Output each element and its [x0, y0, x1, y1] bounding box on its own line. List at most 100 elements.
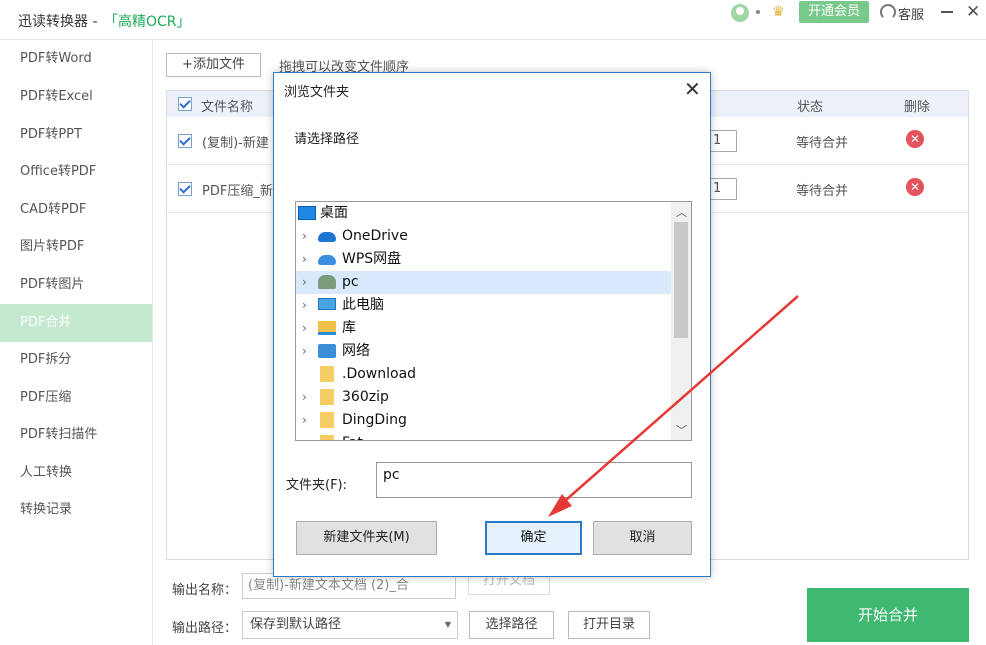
file-name: PDF压缩_新: [202, 184, 273, 199]
dot-separator: [756, 10, 760, 14]
scrollbar-thumb[interactable]: [674, 222, 688, 338]
sidebar-item-pdf-compress[interactable]: PDF压缩: [0, 379, 152, 417]
add-file-button[interactable]: +添加文件: [166, 53, 261, 77]
sidebar-item-history[interactable]: 转换记录: [0, 491, 152, 529]
sidebar-item-pdf-to-scan[interactable]: PDF转扫描件: [0, 416, 152, 454]
file-status: 等待合并: [796, 184, 849, 199]
tree-item-360zip[interactable]: › 360zip: [296, 386, 671, 409]
close-icon[interactable]: ✕: [966, 2, 980, 22]
folder-field-label: 文件夹(F):: [286, 478, 348, 493]
sidebar-item-image-to-pdf[interactable]: 图片转PDF: [0, 228, 152, 266]
tree-item-dingding[interactable]: › DingDing: [296, 409, 671, 432]
column-status: 状态: [797, 100, 824, 115]
page-range-input[interactable]: 1: [707, 178, 737, 200]
chevron-right-icon[interactable]: ›: [302, 409, 307, 432]
row-checkbox[interactable]: [178, 182, 192, 196]
sidebar: PDF转Word PDF转Excel PDF转PPT Office转PDF CA…: [0, 40, 153, 645]
tree-item-network[interactable]: › 网络: [296, 340, 671, 363]
folder-tree[interactable]: 桌面 › OneDrive › WPS网盘 › pc › 此电脑 › 库 › 网…: [295, 201, 692, 441]
computer-icon: [318, 298, 336, 310]
tree-item-wps-cloud[interactable]: › WPS网盘: [296, 248, 671, 271]
wps-cloud-icon: [318, 255, 336, 265]
output-name-label: 输出名称：: [172, 583, 238, 598]
tree-item-label: DingDing: [342, 412, 407, 428]
tree-item-this-pc[interactable]: › 此电脑: [296, 294, 671, 317]
sidebar-item-office-to-pdf[interactable]: Office转PDF: [0, 153, 152, 191]
tree-item-label: OneDrive: [342, 228, 408, 244]
tree-scrollbar[interactable]: ︿ ﹀: [671, 202, 691, 440]
dialog-prompt: 请选择路径: [294, 132, 360, 147]
chevron-right-icon[interactable]: ›: [302, 317, 307, 340]
new-folder-button[interactable]: 新建文件夹(M): [296, 521, 437, 555]
page-range-input[interactable]: 1: [707, 130, 737, 152]
column-name: 文件名称: [201, 100, 254, 115]
folder-icon: [320, 366, 334, 382]
sidebar-item-pdf-to-ppt[interactable]: PDF转PPT: [0, 116, 152, 154]
tree-item-label: 桌面: [320, 205, 348, 221]
sidebar-item-pdf-to-word[interactable]: PDF转Word: [0, 40, 152, 78]
crown-icon[interactable]: ♛: [772, 4, 788, 20]
headset-icon[interactable]: [880, 4, 896, 20]
chevron-right-icon[interactable]: ›: [302, 271, 307, 294]
chevron-down-icon: ▼: [444, 620, 451, 629]
select-all-checkbox[interactable]: [178, 97, 192, 111]
delete-icon[interactable]: ✕: [906, 178, 924, 196]
file-status: 等待合并: [796, 136, 849, 151]
cancel-button[interactable]: 取消: [593, 521, 692, 555]
chevron-right-icon[interactable]: ›: [302, 340, 307, 363]
support-button[interactable]: 客服: [898, 4, 924, 23]
sidebar-item-pdf-split[interactable]: PDF拆分: [0, 341, 152, 379]
choose-path-button[interactable]: 选择路径: [469, 611, 554, 639]
column-delete: 删除: [904, 100, 931, 115]
browse-folder-dialog: 浏览文件夹 ✕ 请选择路径 桌面 › OneDrive › WPS网盘 › pc…: [273, 72, 711, 577]
open-directory-button[interactable]: 打开目录: [568, 611, 650, 639]
output-path-label: 输出路径：: [172, 621, 238, 636]
sidebar-item-pdf-merge[interactable]: PDF合并: [0, 304, 152, 342]
vip-button[interactable]: 开通会员: [799, 1, 869, 23]
tree-item-label: 360zip: [342, 389, 389, 405]
tree-item-onedrive[interactable]: › OneDrive: [296, 225, 671, 248]
chevron-right-icon[interactable]: ›: [302, 248, 307, 271]
sidebar-item-cad-to-pdf[interactable]: CAD转PDF: [0, 191, 152, 229]
output-path-select[interactable]: 保存到默认路径 ▼: [242, 611, 458, 639]
tree-item-label: Fat: [342, 432, 363, 440]
tree-item-fat[interactable]: Fat: [296, 432, 671, 440]
tree-item-pc[interactable]: › pc: [296, 271, 671, 294]
output-path-value: 保存到默认路径: [250, 617, 342, 632]
tree-item-download[interactable]: .Download: [296, 363, 671, 386]
sidebar-item-pdf-to-excel[interactable]: PDF转Excel: [0, 78, 152, 116]
minimize-icon[interactable]: [941, 11, 953, 13]
tree-item-desktop[interactable]: 桌面: [296, 202, 671, 225]
delete-icon[interactable]: ✕: [906, 130, 924, 148]
tree-item-label: pc: [342, 274, 359, 290]
sidebar-item-pdf-to-image[interactable]: PDF转图片: [0, 266, 152, 304]
library-icon: [318, 321, 336, 335]
tree-item-label: 网络: [342, 343, 370, 359]
ok-button[interactable]: 确定: [485, 521, 582, 555]
folder-icon: [320, 412, 334, 428]
chevron-right-icon[interactable]: ›: [302, 225, 307, 248]
start-merge-button[interactable]: 开始合并: [807, 588, 969, 642]
onedrive-icon: [318, 232, 336, 242]
tree-item-label: .Download: [342, 366, 417, 382]
tree-item-library[interactable]: › 库: [296, 317, 671, 340]
folder-input[interactable]: pc: [376, 462, 692, 498]
dialog-close-icon[interactable]: ✕: [684, 77, 701, 101]
folder-icon: [320, 389, 334, 405]
scroll-up-icon[interactable]: ︿: [676, 204, 687, 220]
sidebar-item-manual-convert[interactable]: 人工转换: [0, 454, 152, 492]
avatar-icon[interactable]: [731, 4, 749, 22]
tree-item-label: WPS网盘: [342, 251, 402, 267]
dialog-title: 浏览文件夹: [284, 85, 350, 100]
scroll-down-icon[interactable]: ﹀: [676, 422, 687, 438]
app-title-accent: 「高精OCR」: [104, 14, 191, 30]
chevron-right-icon[interactable]: ›: [302, 386, 307, 409]
user-icon: [318, 275, 336, 289]
app-title: 迅读转换器 -: [18, 14, 98, 30]
tree-item-label: 库: [342, 320, 356, 336]
chevron-right-icon[interactable]: ›: [302, 294, 307, 317]
file-name: (复制)-新建: [202, 136, 269, 151]
title-bar: 迅读转换器 - 「高精OCR」 ♛ 开通会员 客服 ✕: [0, 0, 986, 40]
folder-icon: [320, 435, 334, 440]
row-checkbox[interactable]: [178, 134, 192, 148]
